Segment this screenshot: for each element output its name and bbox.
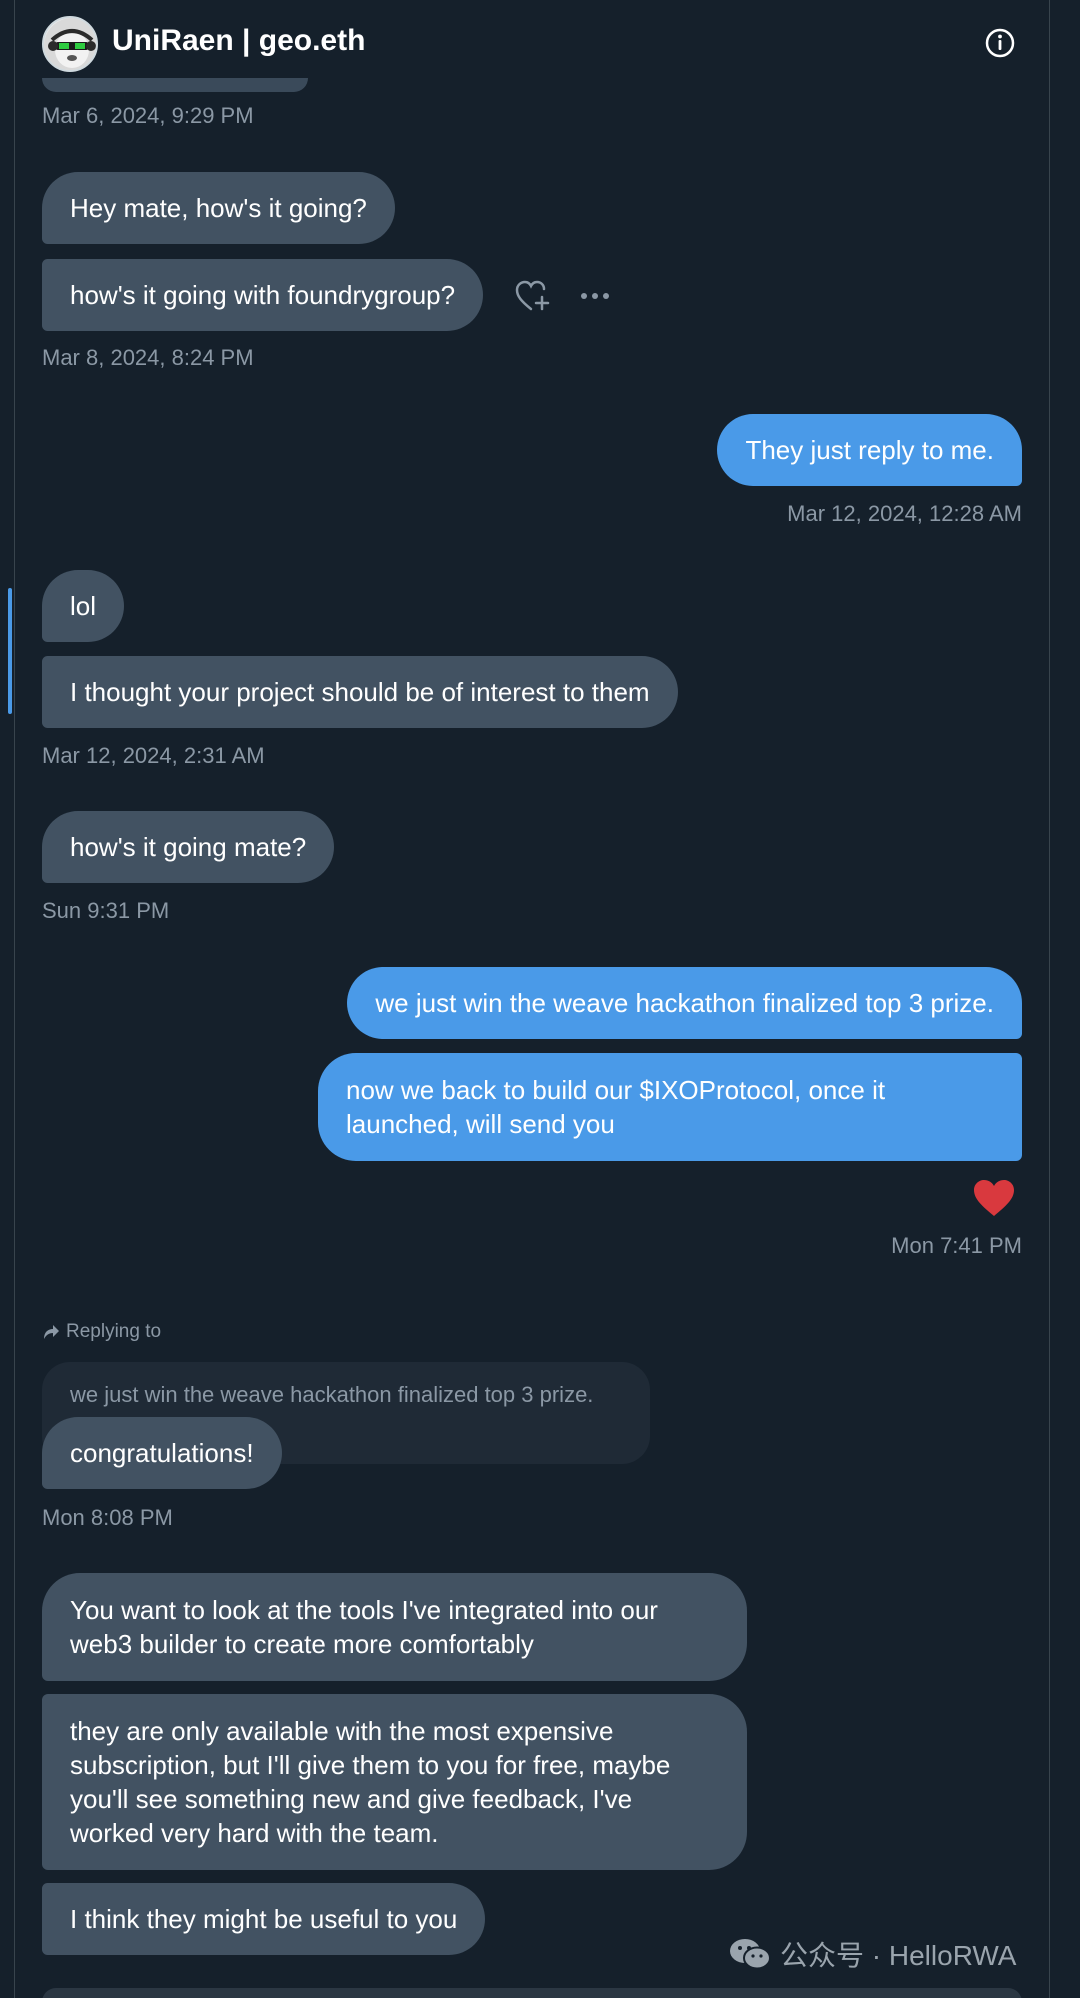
info-icon[interactable] <box>984 27 1016 59</box>
message-incoming[interactable]: they are only available with the most ex… <box>42 1694 747 1870</box>
message-incoming[interactable]: I think they might be useful to you <box>42 1883 486 1955</box>
watermark-text: 公众号 · HelloRWA <box>780 1940 1017 1971</box>
previous-message-stub <box>42 78 308 92</box>
replying-to-text: Replying to <box>66 1321 162 1342</box>
message-incoming[interactable]: Hey mate, how's it going? <box>42 172 395 244</box>
message-incoming[interactable]: You want to look at the tools I've integ… <box>42 1573 747 1681</box>
timestamp: Mar 12, 2024, 2:31 AM <box>42 743 265 768</box>
heart-icon[interactable] <box>972 1178 1016 1218</box>
message-outgoing[interactable]: They just reply to me. <box>717 414 1022 486</box>
message-outgoing[interactable]: now we back to build our $IXOProtocol, o… <box>318 1053 1022 1161</box>
conversation-header: UniRaen | geo.eth <box>0 0 1080 88</box>
timestamp: Sun 9:31 PM <box>42 898 170 923</box>
conversation-title: UniRaen | geo.eth <box>112 24 366 57</box>
avatar-image <box>44 18 96 70</box>
next-message-stub <box>42 1988 1022 1998</box>
message-incoming[interactable]: congratulations! <box>42 1417 282 1489</box>
message-incoming[interactable]: how's it going mate? <box>42 811 335 883</box>
timestamp: Mar 8, 2024, 8:24 PM <box>42 345 254 370</box>
unread-indicator <box>8 588 12 714</box>
timestamp: Mon 7:41 PM <box>891 1233 1022 1258</box>
wechat-icon <box>730 1939 771 1970</box>
timestamp: Mar 6, 2024, 9:29 PM <box>42 103 254 128</box>
message-incoming[interactable]: lol <box>42 570 125 642</box>
message-outgoing[interactable]: we just win the weave hackathon finalize… <box>347 967 1022 1039</box>
timestamp: Mar 12, 2024, 12:28 AM <box>787 501 1022 526</box>
watermark: 公众号 · HelloRWA <box>728 1934 1016 1974</box>
replying-to-label: Replying to <box>42 1321 161 1343</box>
message-incoming[interactable]: I thought your project should be of inte… <box>42 656 678 728</box>
avatar[interactable] <box>42 16 98 72</box>
timestamp: Mon 8:08 PM <box>42 1505 173 1530</box>
more-icon[interactable] <box>580 288 610 304</box>
message-incoming[interactable]: how's it going with foundrygroup? <box>42 259 484 331</box>
heart-plus-icon[interactable] <box>515 279 551 313</box>
reply-arrow-icon <box>44 1325 59 1339</box>
